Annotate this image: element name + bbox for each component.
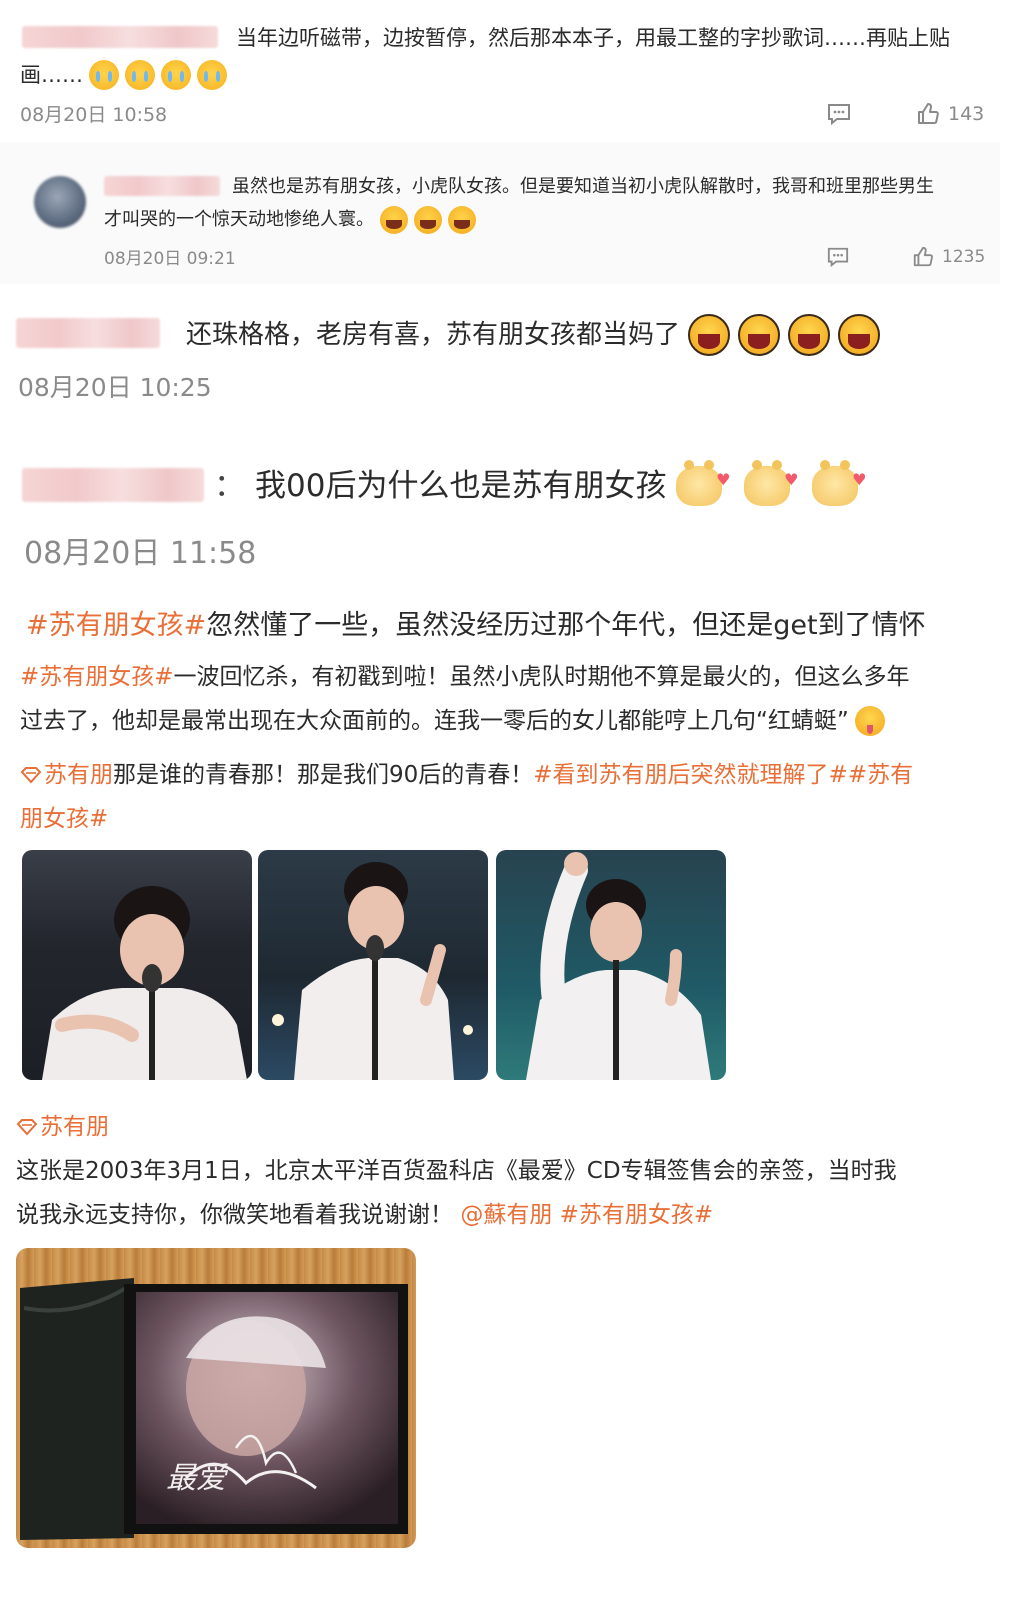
supertopic-diamond-icon xyxy=(20,767,42,784)
post-photo-1[interactable] xyxy=(22,850,252,1080)
reply-text: 虽然也是苏有朋女孩，小虎队女孩。但是要知道当初小虎队解散时，我哥和班里那些男生 xyxy=(232,176,934,197)
post-text: 苏有朋 那是谁的青春那！那是我们90后的青春！ #看到苏有朋后突然就理解了##苏有 xyxy=(20,758,913,792)
laughing-emoji-icon xyxy=(788,314,831,356)
thumbs-up-icon xyxy=(913,246,933,267)
comment-text: 当年边听磁带，边按暂停，然后那本本子，用最工整的字抄歌词……再贴上贴 xyxy=(236,26,950,50)
comment-text: ： 我00后为什么也是苏有朋女孩 xyxy=(214,458,866,508)
topic-tag[interactable]: #苏有朋女孩# xyxy=(20,664,174,690)
cd-photo[interactable]: 最爱 xyxy=(16,1248,416,1548)
hamster-heart-emoji-icon xyxy=(676,458,730,506)
topic-tag[interactable]: #看到苏有朋后突然就理解了##苏有 xyxy=(533,758,913,792)
post-photo-3[interactable] xyxy=(496,850,726,1080)
like-count: 143 xyxy=(948,103,985,125)
comment-time: 08月20日 11:58 xyxy=(24,536,257,571)
crying-emoji-icon xyxy=(197,60,227,90)
blurred-username[interactable] xyxy=(16,318,160,348)
blurred-username[interactable] xyxy=(22,26,218,48)
hamster-heart-emoji-icon xyxy=(812,458,866,506)
cd-case-image: 最爱 xyxy=(20,1278,408,1540)
comment-text: 还珠格格，老房有喜，苏有朋女孩都当妈了 xyxy=(186,314,881,356)
post-text: #苏有朋女孩#一波回忆杀，有初戳到啦！虽然小虎队时期他不算是最火的，但这么多年 xyxy=(20,664,910,690)
singer-figure-image xyxy=(272,862,473,1080)
laughing-emoji-icon xyxy=(838,314,881,356)
laughing-emoji-icon xyxy=(380,206,408,234)
post-text-line2: 过去了，他却是最常出现在大众面前的。连我一零后的女儿都能哼上几句“红蜻蜓” xyxy=(20,704,885,738)
reply-like-button[interactable]: 1235 xyxy=(912,246,985,268)
post-text: #苏有朋女孩#忽然懂了一些，虽然没经历过那个年代，但还是get到了情怀 xyxy=(26,610,926,641)
laughing-emoji-icon xyxy=(448,206,476,234)
singer-figure-image xyxy=(526,852,711,1080)
like-count: 1235 xyxy=(942,247,986,267)
blurred-username[interactable] xyxy=(104,176,220,196)
thumbs-up-icon xyxy=(918,103,939,124)
reply-avatar[interactable] xyxy=(34,176,86,228)
singer-figure-image xyxy=(42,886,247,1080)
post-text-line2: 说我永远支持你，你微笑地看着我说谢谢！ @蘇有朋 #苏有朋女孩# xyxy=(16,1202,714,1228)
laughing-emoji-icon xyxy=(688,314,731,356)
comment-time: 08月20日 10:25 xyxy=(18,373,212,402)
comment-time: 08月20日 10:58 xyxy=(20,104,168,126)
topic-tag[interactable]: #苏有朋女孩# xyxy=(26,610,206,641)
crying-emoji-icon xyxy=(125,60,155,90)
post-text: 这张是2003年3月1日，北京太平洋百货盈科店《最爱》CD专辑签售会的亲签，当时… xyxy=(16,1158,897,1184)
comment-icon xyxy=(828,104,850,126)
supertopic-diamond-icon xyxy=(16,1119,38,1136)
laughing-emoji-icon xyxy=(414,206,442,234)
post-photo-2[interactable] xyxy=(258,850,488,1080)
comment-text-line2: 画…… xyxy=(20,60,227,90)
blurred-username[interactable] xyxy=(22,468,204,502)
reply-time: 08月20日 09:21 xyxy=(104,249,236,269)
topic-tag-continued[interactable]: 朋女孩# xyxy=(20,802,108,836)
like-button[interactable]: 143 xyxy=(916,102,984,126)
cd-title-text: 最爱 xyxy=(166,1461,229,1496)
user-mention[interactable]: @蘇有朋 xyxy=(460,1202,552,1228)
supertopic-header[interactable]: 苏有朋 xyxy=(16,1110,109,1144)
crying-emoji-icon xyxy=(89,60,119,90)
crying-emoji-icon xyxy=(161,60,191,90)
topic-tag[interactable]: #苏有朋女孩# xyxy=(560,1202,714,1228)
comment-button[interactable] xyxy=(826,102,852,126)
laughing-emoji-icon xyxy=(738,314,781,356)
hamster-heart-emoji-icon xyxy=(744,458,798,506)
tongue-out-emoji-icon xyxy=(854,706,885,736)
reply-comment-button[interactable] xyxy=(826,246,850,268)
comment-icon xyxy=(827,247,849,268)
supertopic-link[interactable]: 苏有朋 xyxy=(44,758,113,792)
reply-text-line2: 才叫哭的一个惊天动地惨绝人寰。 xyxy=(104,206,476,234)
